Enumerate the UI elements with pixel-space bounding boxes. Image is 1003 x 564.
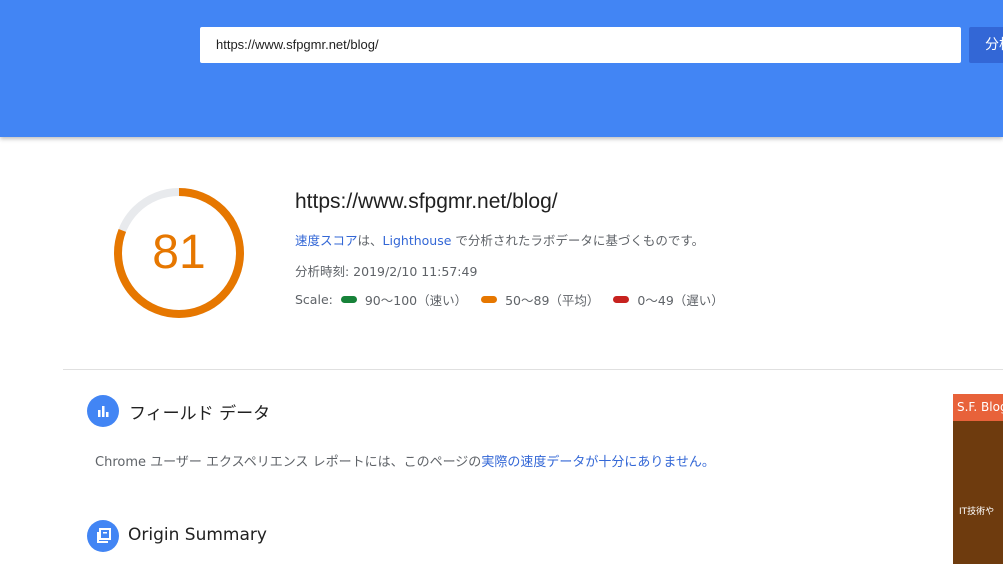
scale-fast-label: 90～100（速い） [364,293,468,308]
scale-label: Scale: [295,292,333,307]
desc-end-text: で分析されたラボデータに基づくものです。 [451,233,705,248]
analyze-button[interactable]: 分析 [969,27,1003,63]
field-desc-text: Chrome ユーザー エクスペリエンス レポートには、このページの [95,455,482,470]
thumbnail-body-text: IT技術や [959,507,995,517]
scale-slow-label: 0～49（遅い） [637,293,724,308]
field-data-title: フィールド データ [129,404,271,424]
bar-chart-icon [87,395,119,427]
fast-indicator [340,296,357,303]
field-data-description: Chrome ユーザー エクスペリエンス レポートには、このページの実際の速度デ… [95,451,715,470]
speed-score-link[interactable]: 速度スコア [295,233,358,248]
average-indicator [481,296,498,303]
thumbnail-header: S.F. Blog [953,394,1003,421]
desc-mid-text: は、 [357,233,383,248]
url-input[interactable]: https://www.sfpgmr.net/blog/ [200,27,961,63]
origin-summary-title: Origin Summary [128,525,267,545]
field-data-link[interactable]: 実際の速度データが十分にありません。 [481,455,715,470]
section-divider [63,369,1003,370]
lighthouse-link[interactable]: Lighthouse [383,233,452,248]
performance-score: 81 [152,226,206,279]
analysis-time: 分析時刻: 2019/2/10 11:57:49 [295,264,478,279]
slow-indicator [613,296,630,303]
analyzed-url: https://www.sfpgmr.net/blog/ [295,190,558,213]
page-screenshot-thumbnail: S.F. Blog IT技術や [953,394,1003,564]
score-scale: Scale: 90～100（速い） 50～89（平均） 0～49（遅い） [295,290,730,309]
scale-average-label: 50～89（平均） [505,293,600,308]
header-bar: https://www.sfpgmr.net/blog/ 分析 [0,0,1003,137]
lab-data-description: 速度スコアは、Lighthouse で分析されたラボデータに基づくものです。 [295,230,704,249]
library-icon [87,520,119,552]
